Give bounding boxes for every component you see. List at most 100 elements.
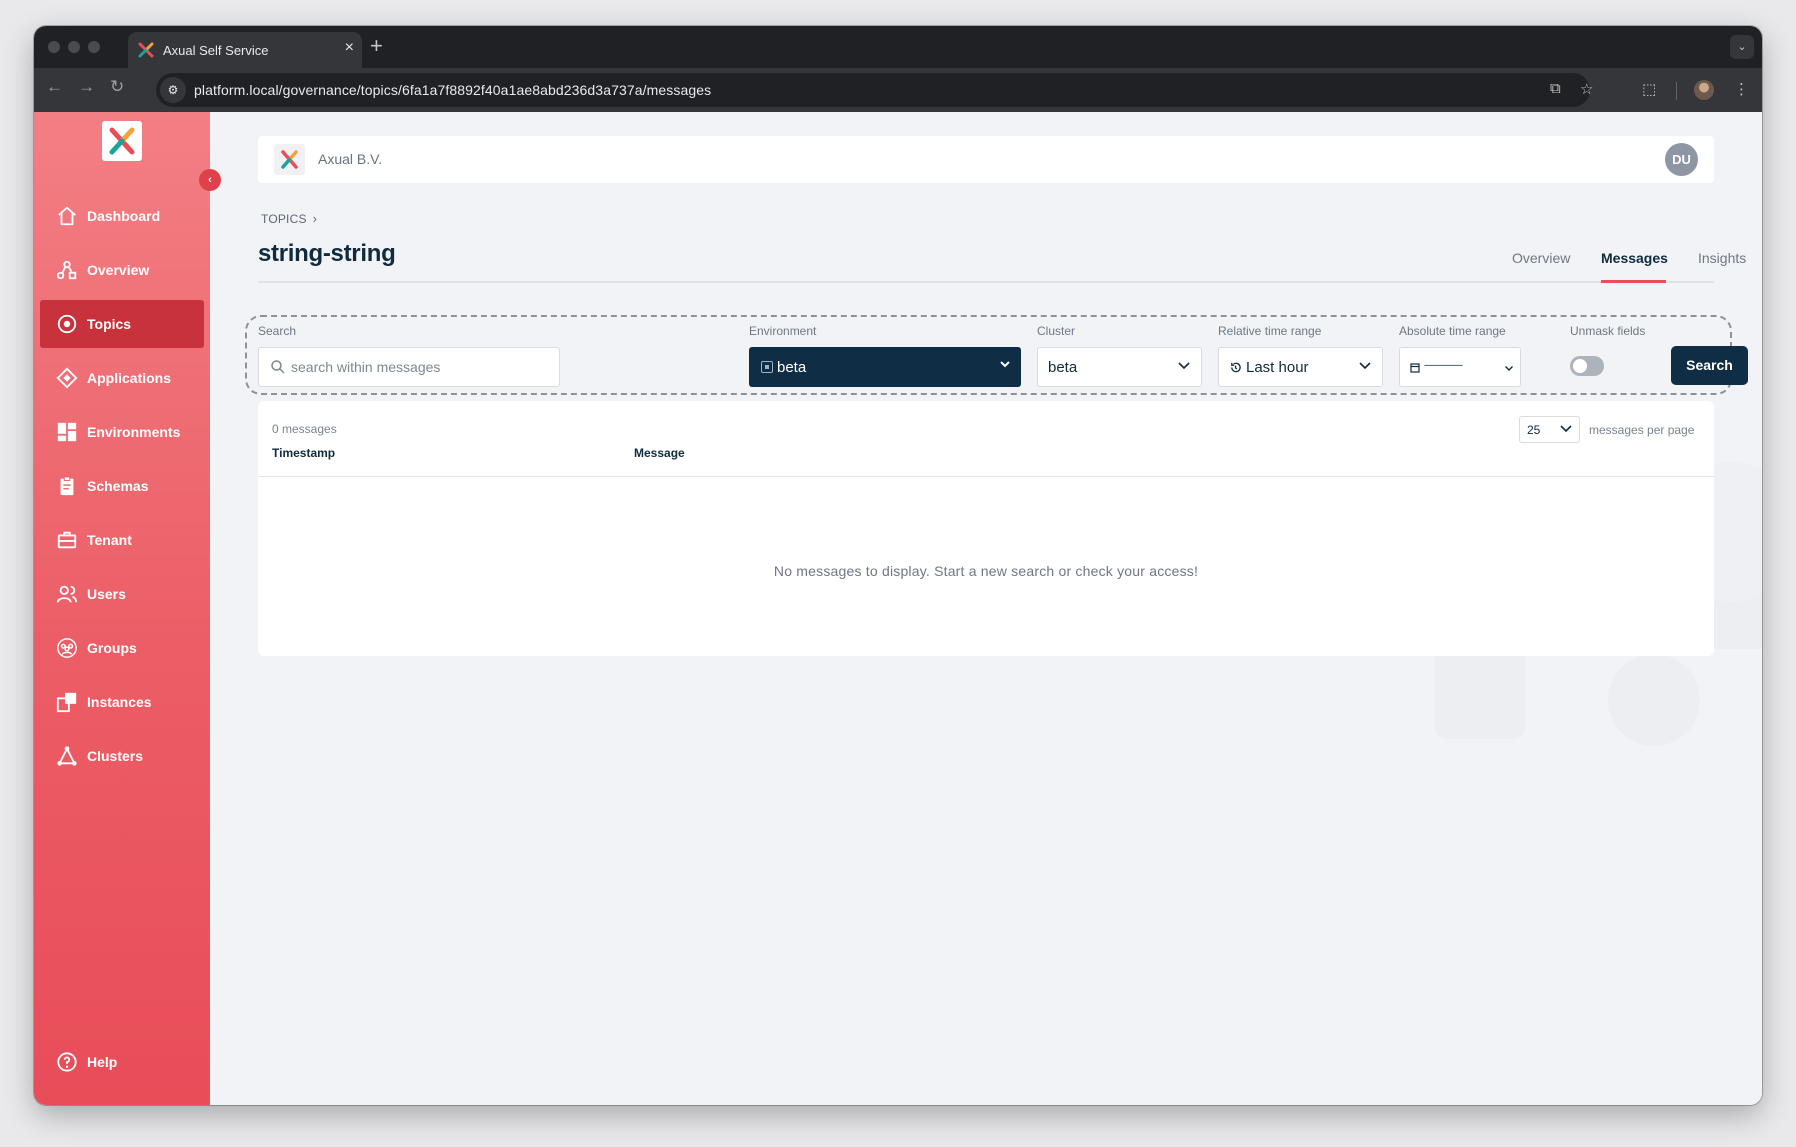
tab-messages[interactable]: Messages (1601, 250, 1668, 266)
tab-overview[interactable]: Overview (1512, 250, 1570, 266)
breadcrumb-topics-link[interactable]: TOPICS (261, 212, 307, 226)
calendar-icon (1410, 363, 1420, 373)
back-icon[interactable]: ← (46, 77, 63, 97)
overview-nodes-icon (56, 260, 77, 280)
header-divider (258, 476, 1714, 477)
active-tab-indicator (1601, 280, 1666, 283)
sidebar-item-topics[interactable]: Topics (40, 300, 204, 348)
new-tab-icon[interactable]: + (370, 33, 383, 59)
sidebar-item-label: Groups (87, 640, 137, 656)
per-page-select[interactable]: 25 (1519, 416, 1580, 443)
clipboard-icon (60, 476, 74, 496)
search-input[interactable] (291, 348, 551, 386)
diamond-icon (56, 367, 78, 389)
sidebar-item-clusters[interactable]: Clusters (40, 732, 204, 780)
per-page-label: messages per page (1589, 423, 1695, 437)
sidebar-item-environments[interactable]: Environments (40, 408, 204, 456)
relative-time-select[interactable]: Last hour (1218, 347, 1383, 387)
chevron-down-icon (1559, 421, 1573, 440)
sidebar-item-label: Dashboard (87, 208, 161, 224)
column-header-timestamp[interactable]: Timestamp (272, 446, 335, 460)
messages-card: 0 messages Timestamp Message 25 messages… (258, 401, 1714, 656)
extensions-puzzle-icon[interactable]: ⬚ (1642, 80, 1656, 98)
org-name: Axual B.V. (318, 151, 383, 167)
close-window-dot[interactable] (48, 41, 60, 53)
minimize-window-dot[interactable] (68, 41, 80, 53)
sidebar-item-users[interactable]: Users (40, 570, 204, 618)
environment-select[interactable]: beta (749, 347, 1021, 387)
user-avatar[interactable]: DU (1665, 143, 1698, 176)
forward-icon[interactable]: → (78, 77, 95, 97)
address-bar[interactable]: ⚙ platform.local/governance/topics/6fa1a… (156, 73, 1593, 107)
cluster-triangle-icon (57, 746, 77, 766)
url-text[interactable]: platform.local/governance/topics/6fa1a7f… (194, 82, 711, 98)
tabs-divider (258, 281, 1714, 283)
grid-blocks-icon (57, 422, 77, 442)
environment-value: beta (777, 359, 807, 376)
absolute-time-label: Absolute time range (1399, 324, 1506, 338)
sidebar-item-groups[interactable]: Groups (40, 624, 204, 672)
main-content: Axual B.V. DU TOPICS › string-string Over… (210, 112, 1762, 1105)
browser-menu-icon[interactable]: ⋮ (1734, 80, 1749, 98)
sidebar-item-label: Schemas (87, 478, 149, 494)
install-app-icon[interactable]: ⧉ (1550, 80, 1561, 97)
history-icon (1231, 362, 1241, 373)
sidebar-item-tenant[interactable]: Tenant (40, 516, 204, 564)
top-header: Axual B.V. DU (258, 136, 1714, 183)
tab-search-dropdown-icon[interactable]: ⌄ (1730, 35, 1754, 59)
column-header-message[interactable]: Message (634, 446, 685, 460)
axual-favicon-icon (138, 42, 154, 58)
environment-label: Environment (749, 324, 817, 338)
background-decoration (1608, 654, 1700, 746)
collapse-sidebar-button[interactable]: ‹ (199, 169, 221, 191)
axual-logo-icon (281, 150, 298, 169)
page-title: string-string (258, 240, 396, 267)
relative-time-label: Relative time range (1218, 324, 1322, 338)
reload-icon[interactable]: ↻ (110, 77, 124, 97)
org-logo (274, 144, 305, 175)
sidebar-item-schemas[interactable]: Schemas (40, 462, 204, 510)
cluster-value: beta (1048, 359, 1078, 376)
home-icon (58, 206, 76, 226)
sidebar-item-label: Environments (87, 424, 181, 440)
users-icon (56, 585, 78, 603)
help-circle-icon (57, 1052, 77, 1072)
axual-logo-icon (109, 127, 135, 155)
unmask-label: Unmask fields (1570, 324, 1646, 338)
browser-tab[interactable]: Axual Self Service × (128, 32, 362, 68)
chevron-down-icon (999, 358, 1011, 373)
sidebar-item-applications[interactable]: Applications (40, 354, 204, 402)
maximize-window-dot[interactable] (88, 41, 100, 53)
search-button[interactable]: Search (1671, 346, 1748, 385)
search-field[interactable] (258, 347, 560, 387)
target-circle-icon (57, 314, 77, 334)
cluster-label: Cluster (1037, 324, 1076, 338)
sidebar: Dashboard Overview Topics Applications E… (34, 112, 210, 1105)
chevron-right-icon: › (312, 211, 318, 226)
sidebar-item-instances[interactable]: Instances (40, 678, 204, 726)
browser-tab-bar: Axual Self Service × + ⌄ (34, 26, 1762, 68)
tab-insights[interactable]: Insights (1698, 250, 1746, 266)
chevron-down-icon (1504, 360, 1514, 378)
instances-icon (56, 692, 77, 713)
tab-title: Axual Self Service (163, 43, 269, 58)
tab-close-icon[interactable]: × (345, 39, 354, 57)
toolbar-divider (1676, 82, 1677, 100)
relative-time-value: Last hour (1246, 359, 1309, 376)
site-info-icon[interactable]: ⚙ (160, 77, 186, 103)
chevron-down-icon (1177, 358, 1191, 377)
cluster-select[interactable]: beta (1037, 347, 1202, 387)
sidebar-item-overview[interactable]: Overview (40, 246, 204, 294)
profile-avatar-icon[interactable] (1694, 80, 1714, 100)
search-label: Search (258, 324, 297, 338)
unmask-fields-toggle[interactable] (1570, 356, 1604, 376)
message-count: 0 messages (272, 422, 337, 436)
sidebar-item-dashboard[interactable]: Dashboard (40, 192, 204, 240)
absolute-time-picker[interactable]: ------------------- (1399, 347, 1521, 387)
background-decoration (1435, 649, 1525, 739)
empty-state-message: No messages to display. Start a new sear… (773, 563, 1199, 579)
sidebar-item-help[interactable]: Help (40, 1038, 204, 1086)
axual-logo[interactable] (102, 121, 142, 161)
bookmark-star-icon[interactable]: ☆ (1580, 80, 1593, 98)
chevron-down-icon (1358, 358, 1372, 377)
